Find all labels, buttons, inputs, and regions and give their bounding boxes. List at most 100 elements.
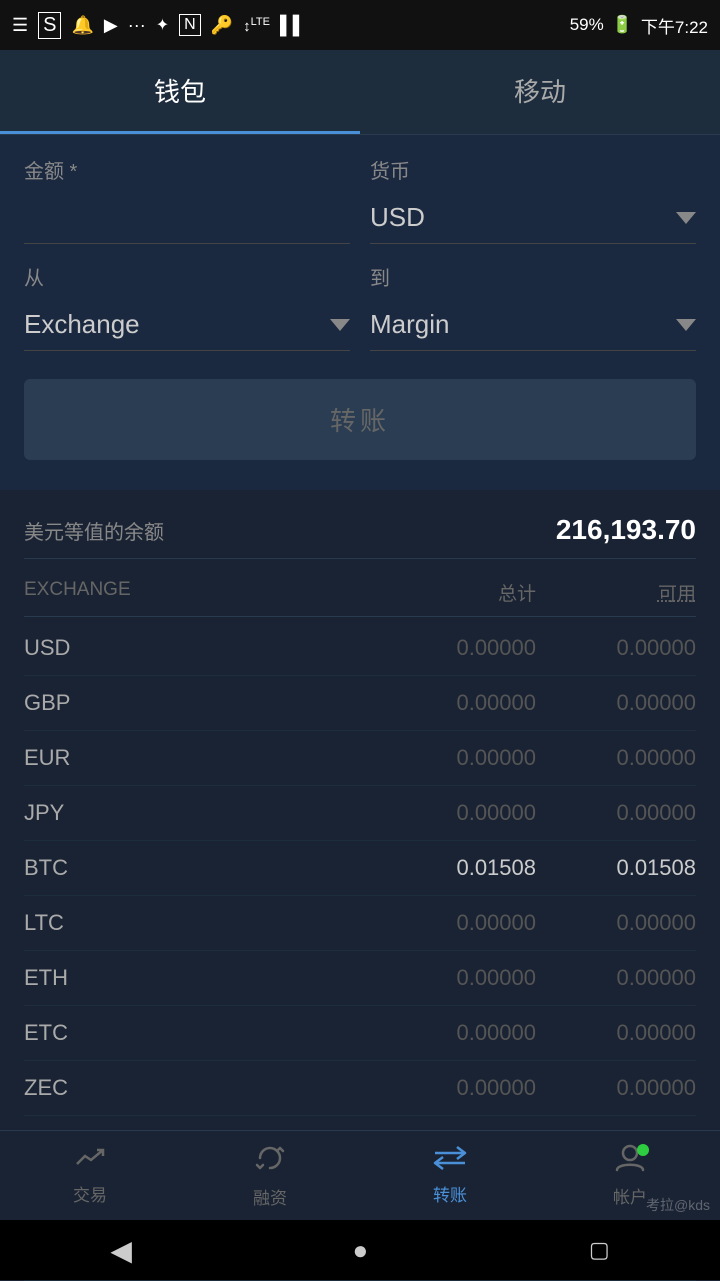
coin-available: 0.00000 <box>536 965 696 991</box>
nav-account-label: 帐户 <box>613 1183 647 1208</box>
to-group: 到 Margin <box>370 262 696 351</box>
nav-account[interactable]: 帐户 <box>613 1144 647 1208</box>
available-header: 可用 <box>536 579 696 606</box>
home-button[interactable]: ● <box>353 1235 369 1266</box>
coin-name: EUR <box>24 745 376 771</box>
time-display: 下午7:22 <box>641 13 708 38</box>
amount-group: 金额 * <box>24 155 350 244</box>
table-row: JPY 0.00000 0.00000 <box>24 786 696 841</box>
to-label: 到 <box>370 262 696 291</box>
menu-icon: ☰ <box>12 15 28 36</box>
transfer-icon <box>433 1146 467 1175</box>
play-icon: ▶ <box>104 15 118 36</box>
tab-move[interactable]: 移动 <box>360 50 720 134</box>
from-chevron-icon <box>330 319 350 331</box>
back-button[interactable]: ◀ <box>110 1234 132 1267</box>
nfc-icon: N <box>179 14 201 36</box>
table-header: EXCHANGE 总计 可用 <box>24 579 696 617</box>
currency-chevron-icon <box>676 212 696 224</box>
coin-available: 0.00000 <box>536 635 696 661</box>
status-bar: ☰ S 🔔 ▶ ··· ✦ N 🔑 ↕LTE ▌▌ 59% 🔋 下午7:22 <box>0 0 720 50</box>
from-select[interactable]: Exchange <box>24 299 350 351</box>
table-row: USD 0.00000 0.00000 <box>24 621 696 676</box>
coin-total: 0.00000 <box>376 1020 536 1046</box>
coin-name: LTC <box>24 910 376 936</box>
balance-label: 美元等值的余额 <box>24 516 164 545</box>
coin-total: 0.00000 <box>376 690 536 716</box>
coin-total: 0.00000 <box>376 635 536 661</box>
coin-total: 0.01508 <box>376 855 536 881</box>
from-group: 从 Exchange <box>24 262 350 351</box>
balance-row: 美元等值的余额 216,193.70 <box>24 514 696 559</box>
currency-label: 货币 <box>370 155 696 184</box>
signal-icon: ↕LTE <box>243 16 270 35</box>
battery-text: 59% <box>570 15 604 35</box>
from-label: 从 <box>24 262 350 291</box>
amount-input[interactable] <box>24 192 350 244</box>
amount-label: 金额 * <box>24 155 350 184</box>
tab-wallet[interactable]: 钱包 <box>0 50 360 134</box>
transfer-form: 金额 * 货币 USD 从 Exchange 到 Margin 转账 <box>0 135 720 490</box>
table-row: LTC 0.00000 0.00000 <box>24 896 696 951</box>
to-chevron-icon <box>676 319 696 331</box>
coin-available: 0.00000 <box>536 800 696 826</box>
key-icon: 🔑 <box>211 15 233 36</box>
to-value: Margin <box>370 309 449 340</box>
coin-name: ZEC <box>24 1075 376 1101</box>
table-row: GBP 0.00000 0.00000 <box>24 676 696 731</box>
coin-name: USD <box>24 635 376 661</box>
coin-available: 0.00000 <box>536 1020 696 1046</box>
bottom-nav: 交易 融资 转账 帐 <box>0 1130 720 1220</box>
notification-icon: 🔔 <box>71 15 93 36</box>
total-header: 总计 <box>376 579 536 606</box>
table-row: BTC 0.01508 0.01508 <box>24 841 696 896</box>
table-row: EUR 0.00000 0.00000 <box>24 731 696 786</box>
coin-available: 0.01508 <box>536 855 696 881</box>
from-value: Exchange <box>24 309 140 340</box>
online-dot <box>637 1144 649 1156</box>
table-row: ETH 0.00000 0.00000 <box>24 951 696 1006</box>
nav-transfer-label: 转账 <box>433 1181 467 1206</box>
currency-group: 货币 USD <box>370 155 696 244</box>
coin-total: 0.00000 <box>376 745 536 771</box>
recent-button[interactable]: ▢ <box>589 1237 610 1263</box>
to-select[interactable]: Margin <box>370 299 696 351</box>
coin-name: GBP <box>24 690 376 716</box>
coin-name: ETC <box>24 1020 376 1046</box>
nav-trading[interactable]: 交易 <box>73 1146 107 1206</box>
section-label: EXCHANGE <box>24 579 376 606</box>
app-icon: S <box>38 12 61 39</box>
coin-name: BTC <box>24 855 376 881</box>
coin-total: 0.00000 <box>376 1075 536 1101</box>
coin-available: 0.00000 <box>536 745 696 771</box>
more-icon: ··· <box>128 15 146 36</box>
nav-funding[interactable]: 融资 <box>253 1143 287 1209</box>
tab-bar: 钱包 移动 <box>0 50 720 135</box>
status-icons: ☰ S 🔔 ▶ ··· ✦ N 🔑 ↕LTE ▌▌ <box>12 12 306 39</box>
from-to-row: 从 Exchange 到 Margin <box>24 262 696 351</box>
funding-icon <box>255 1143 285 1178</box>
coin-total: 0.00000 <box>376 965 536 991</box>
table-row: ZEC 0.00000 0.00000 <box>24 1061 696 1116</box>
coin-total: 0.00000 <box>376 910 536 936</box>
coin-name: ETH <box>24 965 376 991</box>
coin-available: 0.00000 <box>536 1075 696 1101</box>
currency-select[interactable]: USD <box>370 192 696 244</box>
coin-name: JPY <box>24 800 376 826</box>
amount-currency-row: 金额 * 货币 USD <box>24 155 696 244</box>
currency-value: USD <box>370 202 425 233</box>
trading-icon <box>75 1146 105 1175</box>
watermark: 考拉@kds <box>646 1195 710 1215</box>
nav-trading-label: 交易 <box>73 1181 107 1206</box>
account-icon <box>615 1144 645 1177</box>
status-right: 59% 🔋 下午7:22 <box>570 13 708 38</box>
coin-available: 0.00000 <box>536 910 696 936</box>
battery-icon: 🔋 <box>612 15 633 35</box>
bluetooth-icon: ✦ <box>156 15 169 35</box>
nav-transfer[interactable]: 转账 <box>433 1146 467 1206</box>
coin-total: 0.00000 <box>376 800 536 826</box>
coin-available: 0.00000 <box>536 690 696 716</box>
balance-value: 216,193.70 <box>556 514 696 546</box>
transfer-button[interactable]: 转账 <box>24 379 696 460</box>
phone-nav: ◀ ● ▢ <box>0 1220 720 1280</box>
